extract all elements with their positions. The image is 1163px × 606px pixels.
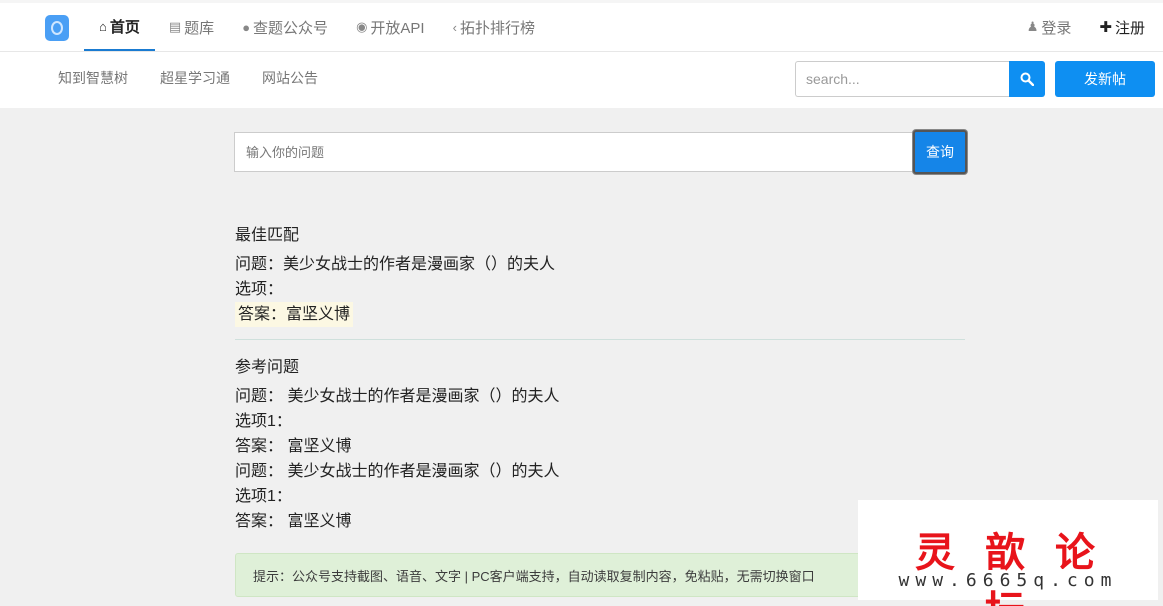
- wechat-icon: ●: [242, 19, 251, 35]
- github-icon: ◉: [356, 19, 368, 34]
- search-input[interactable]: [795, 61, 1009, 97]
- reference-question: 问题： 美少女战士的作者是漫画家（）的夫人: [235, 388, 560, 405]
- nav-item-label: 拓扑排行榜: [459, 19, 535, 37]
- nav-item-question-bank[interactable]: ▤ 题库: [155, 3, 228, 51]
- reference-answer: 答案： 富坚义博: [235, 438, 352, 455]
- search-icon: [1020, 72, 1034, 86]
- nav-item-label: 查题公众号: [253, 19, 329, 37]
- nav-item-api[interactable]: ◉ 开放API: [342, 3, 439, 51]
- reference-answer: 答案： 富坚义博: [235, 513, 352, 530]
- reference-question: 问题： 美少女战士的作者是漫画家（）的夫人: [235, 463, 560, 480]
- sub-navbar: 知到智慧树 超星学习通 网站公告 发新帖: [0, 52, 1163, 108]
- nav-item-ranking[interactable]: ‹ 拓扑排行榜: [439, 3, 549, 51]
- site-logo[interactable]: [45, 15, 69, 41]
- section-divider: [235, 339, 965, 340]
- register-link[interactable]: ✚ 注册: [1083, 3, 1157, 51]
- reference-options: 选项1：: [235, 488, 292, 505]
- top-navbar: ⌂ 首页 ▤ 题库 ● 查题公众号 ◉ 开放API ‹ 拓扑排行榜 ♟ 登录 ✚…: [0, 0, 1163, 52]
- logo-mark-icon: [51, 21, 63, 35]
- home-icon: ⌂: [99, 18, 107, 34]
- watermark: 灵歆论坛 www.6665q.com: [858, 500, 1158, 606]
- nav-item-label: 开放API: [370, 19, 425, 37]
- auth-nav: ♟ 登录 ✚ 注册: [1011, 3, 1157, 51]
- register-label: 注册: [1114, 19, 1145, 37]
- best-match-section: 最佳匹配 问题：美少女战士的作者是漫画家（）的夫人 选项： 答案：富坚义博: [235, 221, 965, 327]
- reference-section: 参考问题 问题： 美少女战士的作者是漫画家（）的夫人 选项1： 答案： 富坚义博…: [235, 353, 965, 534]
- nav-item-home[interactable]: ⌂ 首页: [84, 3, 155, 51]
- best-match-heading: 最佳匹配: [235, 227, 300, 244]
- nav-item-label: 题库: [184, 19, 215, 37]
- book-icon: ▤: [168, 19, 182, 34]
- watermark-title: 灵歆论坛: [915, 529, 1125, 606]
- subnav-item-zhidao[interactable]: 知到智慧树: [42, 52, 144, 104]
- best-match-question: 问题：美少女战士的作者是漫画家（）的夫人: [235, 256, 556, 273]
- best-match-options: 选项：: [235, 281, 284, 298]
- question-input[interactable]: [234, 132, 914, 172]
- search-button[interactable]: [1009, 61, 1045, 97]
- subnav-item-announcements[interactable]: 网站公告: [246, 52, 334, 104]
- category-nav: 知到智慧树 超星学习通 网站公告: [42, 52, 334, 104]
- watermark-url: www.6665q.com: [898, 570, 1118, 591]
- reference-options: 选项1：: [235, 413, 292, 430]
- reference-heading: 参考问题: [235, 359, 300, 376]
- nav-item-wechat[interactable]: ● 查题公众号: [228, 3, 342, 51]
- main-nav: ⌂ 首页 ▤ 题库 ● 查题公众号 ◉ 开放API ‹ 拓扑排行榜: [84, 3, 549, 51]
- login-link[interactable]: ♟ 登录: [1011, 3, 1084, 51]
- plus-icon: ✚: [1099, 19, 1112, 36]
- best-match-answer: 答案：富坚义博: [235, 302, 354, 327]
- new-post-button[interactable]: 发新帖: [1055, 61, 1155, 97]
- nav-item-label: 首页: [109, 18, 140, 36]
- query-button[interactable]: 查询: [913, 130, 967, 174]
- login-label: 登录: [1041, 19, 1072, 37]
- tip-alert: 提示：公众号支持截图、语音、文字 | PC客户端支持，自动读取复制内容，免粘贴，…: [235, 553, 965, 597]
- subnav-item-chaoxing[interactable]: 超星学习通: [144, 52, 246, 104]
- user-icon: ♟: [1026, 19, 1039, 34]
- share-icon: ‹: [452, 19, 457, 35]
